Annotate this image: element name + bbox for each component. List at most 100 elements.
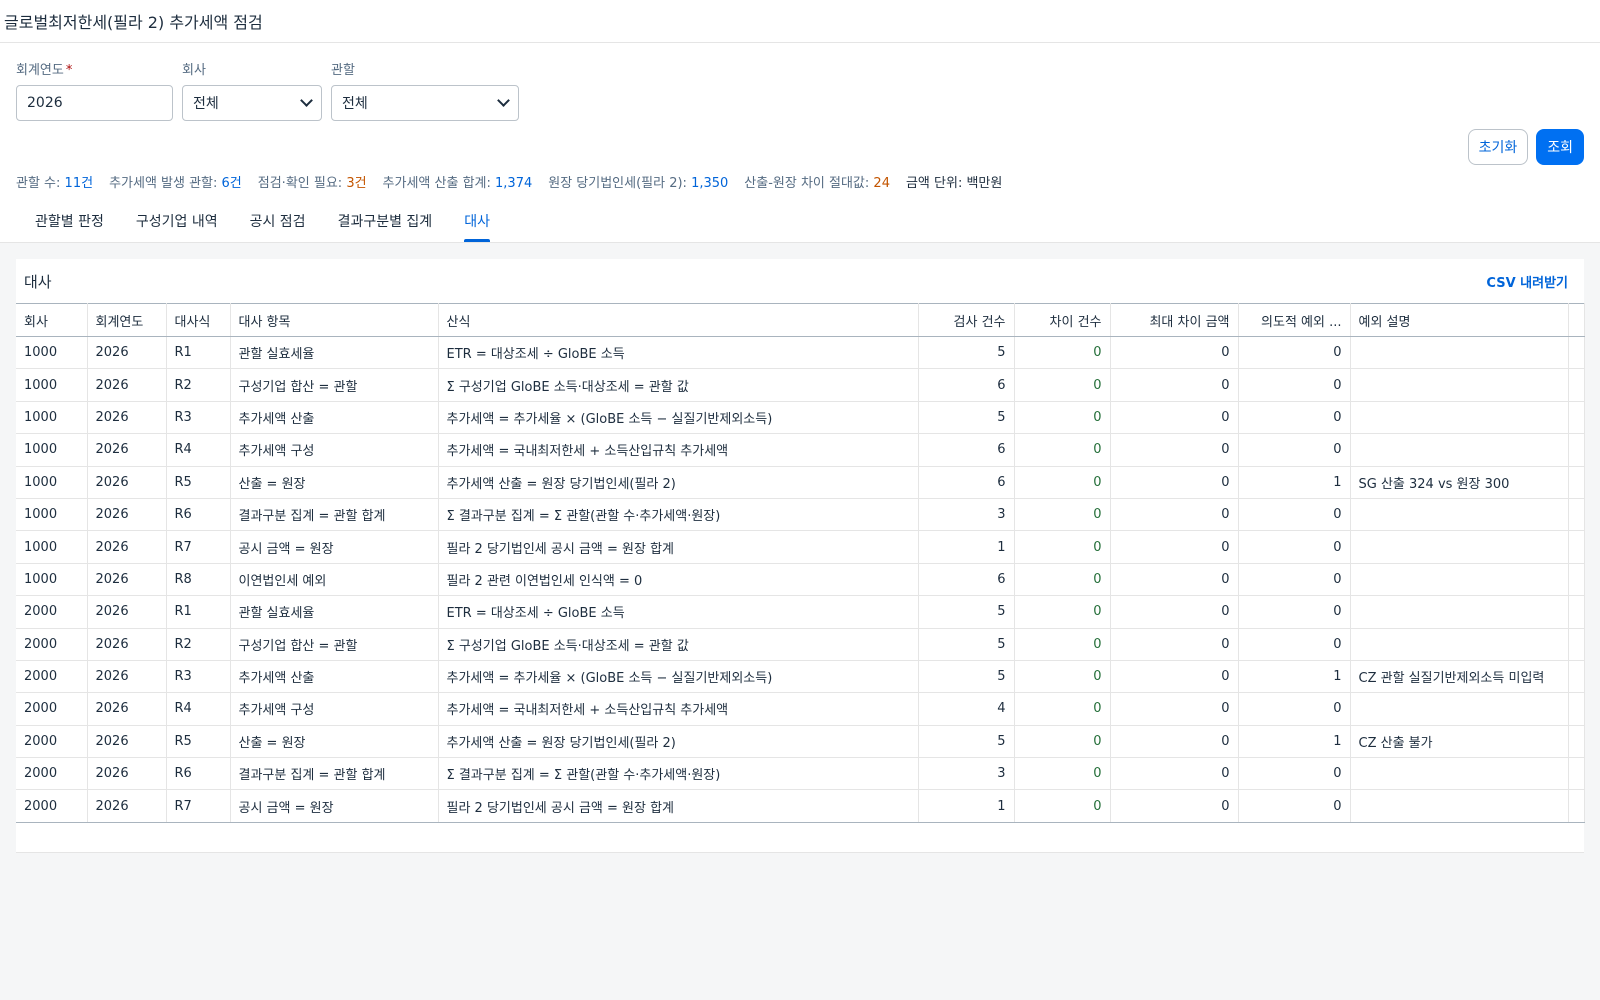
cell-spacer: [1568, 336, 1585, 370]
tab-result-summary[interactable]: 결과구분별 집계: [338, 199, 433, 242]
cell-max-diff: 0: [1110, 466, 1239, 499]
tab-disclosure-check[interactable]: 공시 점검: [250, 199, 306, 242]
table-row[interactable]: 2000 2026 R2 구성기업 합산 = 관할 Σ 구성기업 GloBE 소득·대상…: [16, 628, 1585, 661]
cell-max-diff: 0: [1110, 725, 1239, 759]
table-row[interactable]: 1000 2026 R4 추가세액 구성 추가세액 = 국내최저한세 + 소득산입규칙 …: [16, 433, 1585, 467]
column-header-formula[interactable]: 산식: [438, 303, 919, 337]
cell-recon-item: 구성기업 합산 = 관할: [230, 368, 439, 402]
tab-reconciliation[interactable]: 대사: [464, 199, 490, 242]
table-header-row: 회사 회계연도 대사식 대사 항목 산식 검사 건수 차이 건수 최대 차이 금…: [16, 303, 1585, 337]
cell-fiscal-year: 2026: [87, 757, 167, 791]
cell-intentional-exception: 0: [1238, 336, 1351, 370]
fiscal-year-input-box[interactable]: [16, 85, 173, 121]
cell-intentional-exception: 0: [1238, 530, 1351, 564]
cell-max-diff: 0: [1110, 628, 1239, 661]
column-header-fiscal-year[interactable]: 회계연도: [87, 303, 167, 337]
table-row[interactable]: 2000 2026 R4 추가세액 구성 추가세액 = 국내최저한세 + 소득산입규칙 …: [16, 692, 1585, 726]
cell-formula: 추가세액 = 국내최저한세 + 소득산입규칙 추가세액: [438, 692, 919, 726]
cell-exception-note: [1350, 336, 1569, 370]
table-row[interactable]: 1000 2026 R7 공시 금액 = 원장 필라 2 당기법인세 공시 금액 = 원…: [16, 530, 1585, 564]
tab-constituent-entities[interactable]: 구성기업 내역: [136, 199, 218, 242]
cell-diff-count: 0: [1014, 368, 1111, 402]
table-row[interactable]: 2000 2026 R3 추가세액 산출 추가세액 = 추가세율 × (GloBE 소득…: [16, 660, 1585, 694]
cell-max-diff: 0: [1110, 757, 1239, 791]
cell-recon-code: R3: [166, 401, 231, 435]
page-title: 글로벌최저한세(필라 2) 추가세액 점검: [4, 13, 263, 32]
cell-fiscal-year: 2026: [87, 692, 167, 726]
jurisdiction-select[interactable]: 전체: [331, 85, 519, 121]
table-row[interactable]: 2000 2026 R6 결과구분 집계 = 관할 합계 Σ 결과구분 집계 = Σ 관…: [16, 757, 1585, 791]
cell-max-diff: 0: [1110, 530, 1239, 564]
cell-intentional-exception: 0: [1238, 401, 1351, 435]
table-row[interactable]: 2000 2026 R1 관할 실효세율 ETR = 대상조세 ÷ GloBE 소득 5 0…: [16, 595, 1585, 629]
cell-recon-code: R6: [166, 757, 231, 791]
cell-recon-item: 구성기업 합산 = 관할: [230, 628, 439, 661]
cell-exception-note: [1350, 498, 1569, 532]
summary-bar: 관할 수: 11건 추가세액 발생 관할: 6건 점검·확인 필요: 3건 추가…: [0, 161, 1600, 201]
cell-intentional-exception: 0: [1238, 368, 1351, 402]
cell-check-count: 5: [918, 628, 1015, 661]
fiscal-year-input[interactable]: [27, 95, 162, 111]
cell-spacer: [1568, 789, 1585, 823]
summary-unit: 금액 단위: 백만원: [905, 175, 1003, 191]
cell-recon-item: 추가세액 구성: [230, 692, 439, 726]
cell-max-diff: 0: [1110, 433, 1239, 467]
cell-formula: 추가세액 = 국내최저한세 + 소득산입규칙 추가세액: [438, 433, 919, 467]
table-row[interactable]: 1000 2026 R3 추가세액 산출 추가세액 = 추가세율 × (GloBE 소득…: [16, 401, 1585, 435]
summary-topup-total: 추가세액 산출 합계: 1,374: [382, 175, 533, 191]
table-row[interactable]: 1000 2026 R1 관할 실효세율 ETR = 대상조세 ÷ GloBE 소득 5 0…: [16, 336, 1585, 370]
cell-exception-note: [1350, 401, 1569, 435]
table-row[interactable]: 1000 2026 R8 이연법인세 예외 필라 2 관련 이연법인세 인식액 = 06…: [16, 563, 1585, 597]
cell-diff-count: 0: [1014, 628, 1111, 661]
cell-exception-note: [1350, 692, 1569, 726]
cell-exception-note: SG 산출 324 vs 원장 300: [1350, 466, 1569, 499]
cell-recon-item: 결과구분 집계 = 관할 합계: [230, 498, 439, 532]
jurisdiction-label: 관할: [331, 63, 355, 78]
cell-spacer: [1568, 595, 1585, 629]
summary-topup-jurisdictions: 추가세액 발생 관할: 6건: [109, 175, 242, 191]
jurisdiction-field: 관할 전체: [331, 59, 519, 121]
cell-recon-code: R4: [166, 433, 231, 467]
table-row[interactable]: 2000 2026 R7 공시 금액 = 원장 필라 2 당기법인세 공시 금액 = 원…: [16, 789, 1585, 823]
horizontal-scrollbar[interactable]: [16, 838, 1584, 852]
tab-jurisdiction-judgment[interactable]: 관할별 판정: [35, 199, 104, 242]
cell-spacer: [1568, 660, 1585, 694]
column-header-company[interactable]: 회사: [16, 303, 88, 337]
cell-fiscal-year: 2026: [87, 789, 167, 823]
cell-intentional-exception: 0: [1238, 498, 1351, 532]
column-header-intentional-exception[interactable]: 의도적 예외 ...: [1238, 303, 1351, 337]
cell-check-count: 5: [918, 660, 1015, 694]
cell-fiscal-year: 2026: [87, 498, 167, 532]
column-header-exception-note[interactable]: 예외 설명: [1350, 303, 1569, 337]
column-header-max-diff[interactable]: 최대 차이 금액: [1110, 303, 1239, 337]
column-header-recon-code[interactable]: 대사식: [166, 303, 231, 337]
cell-exception-note: [1350, 595, 1569, 629]
cell-spacer: [1568, 368, 1585, 402]
cell-company: 1000: [16, 498, 88, 532]
reconciliation-table: 회사 회계연도 대사식 대사 항목 산식 검사 건수 차이 건수 최대 차이 금…: [16, 303, 1585, 823]
filter-bar: 회계연도* 회사 전체 관할 전체 초기화 조회: [0, 43, 1600, 165]
cell-max-diff: 0: [1110, 563, 1239, 597]
search-button[interactable]: 조회: [1536, 129, 1584, 165]
cell-company: 1000: [16, 336, 88, 370]
company-select[interactable]: 전체: [182, 85, 322, 121]
cell-company: 1000: [16, 466, 88, 499]
column-header-check-count[interactable]: 검사 건수: [918, 303, 1015, 337]
cell-check-count: 6: [918, 466, 1015, 499]
chevron-down-icon: [497, 94, 510, 107]
table-row[interactable]: 1000 2026 R5 산출 = 원장 추가세액 산출 = 원장 당기법인세(필라 2…: [16, 466, 1585, 499]
cell-recon-code: R2: [166, 628, 231, 661]
reset-button[interactable]: 초기화: [1467, 129, 1529, 165]
cell-diff-count: 0: [1014, 530, 1111, 564]
cell-spacer: [1568, 563, 1585, 597]
table-row[interactable]: 1000 2026 R2 구성기업 합산 = 관할 Σ 구성기업 GloBE 소득·대상…: [16, 368, 1585, 402]
cell-exception-note: [1350, 563, 1569, 597]
cell-formula: 추가세액 = 추가세율 × (GloBE 소득 − 실질기반제외소득): [438, 401, 919, 435]
csv-download-link[interactable]: CSV 내려받기: [1486, 272, 1568, 291]
column-header-diff-count[interactable]: 차이 건수: [1014, 303, 1111, 337]
column-header-recon-item[interactable]: 대사 항목: [230, 303, 439, 337]
table-row[interactable]: 1000 2026 R6 결과구분 집계 = 관할 합계 Σ 결과구분 집계 = Σ 관…: [16, 498, 1585, 532]
cell-check-count: 5: [918, 725, 1015, 759]
table-row[interactable]: 2000 2026 R5 산출 = 원장 추가세액 산출 = 원장 당기법인세(필라 2…: [16, 725, 1585, 759]
cell-fiscal-year: 2026: [87, 628, 167, 661]
